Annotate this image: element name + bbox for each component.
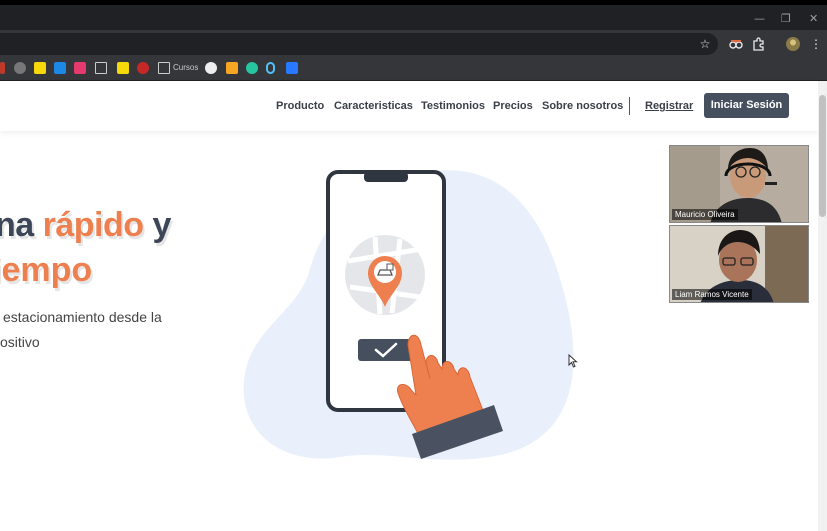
nav-divider [629, 97, 630, 115]
close-icon[interactable]: ✕ [809, 12, 818, 25]
bookmark-icon[interactable] [137, 62, 149, 74]
hero-title-part1: na [0, 206, 34, 244]
parking-icon [386, 263, 394, 271]
more-vert-icon[interactable]: ⋮ [808, 36, 824, 52]
site-navbar: Producto Caracteristicas Testimonios Pre… [0, 81, 818, 131]
profile-avatar-icon[interactable] [785, 36, 801, 52]
hero-title-line1: na rápido y [0, 206, 171, 245]
bookmark-icon[interactable] [117, 62, 129, 74]
bookmark-icon[interactable] [74, 62, 86, 74]
bookmark-icon[interactable] [0, 62, 5, 74]
hero-title-part2: y [143, 206, 171, 244]
hero-subtitle-line2: ositivo [0, 334, 40, 350]
browser-titlebar: — ❐ ✕ [0, 5, 827, 30]
bookmark-icon[interactable] [286, 62, 298, 74]
page-scrollbar[interactable] [818, 81, 827, 531]
bookmark-icon[interactable] [226, 62, 238, 74]
login-button[interactable]: Iniciar Sesión [704, 93, 789, 118]
puzzle-icon[interactable] [751, 36, 767, 52]
nav-link-producto[interactable]: Producto [276, 100, 324, 112]
extension-icon[interactable] [728, 36, 744, 52]
bookmark-icon[interactable] [266, 62, 275, 74]
bookmark-icon[interactable] [14, 62, 26, 74]
confirm-button [358, 339, 416, 361]
bookmark-icon[interactable] [54, 62, 66, 74]
restore-icon[interactable]: ❐ [781, 12, 791, 25]
folder-icon[interactable] [95, 62, 107, 74]
video-tile[interactable]: Liam Ramos Vicente [669, 225, 809, 303]
nav-link-testimonios[interactable]: Testimonios [421, 100, 485, 112]
phone-notch [364, 172, 408, 182]
folder-icon[interactable] [158, 62, 170, 74]
phone-illustration [243, 170, 574, 460]
participant-name: Liam Ramos Vicente [672, 289, 752, 300]
participant-name: Mauricio Oliveira [672, 209, 738, 220]
bookmark-icon[interactable] [246, 62, 258, 74]
minimize-icon[interactable]: — [754, 12, 765, 25]
hero-title-highlight: rápido [42, 206, 144, 244]
github-icon[interactable] [205, 62, 217, 74]
nav-link-caracteristicas[interactable]: Caracteristicas [334, 100, 413, 112]
nav-link-sobre-nosotros[interactable]: Sobre nosotros [542, 100, 623, 112]
video-tile[interactable]: Mauricio Oliveira [669, 145, 809, 223]
mouse-cursor-icon [568, 354, 578, 368]
hero-subtitle-line1: estacionamiento desde la [3, 309, 162, 325]
bookmark-folder-cursos[interactable]: Cursos [173, 62, 198, 74]
hero-title-line2: iempo [0, 251, 93, 289]
bookmark-icon[interactable] [34, 62, 46, 74]
scroll-thumb[interactable] [819, 95, 826, 217]
nav-link-precios[interactable]: Precios [493, 100, 533, 112]
omnibox[interactable] [0, 33, 718, 55]
star-icon[interactable]: ☆ [697, 36, 713, 52]
register-link[interactable]: Registrar [645, 100, 693, 112]
